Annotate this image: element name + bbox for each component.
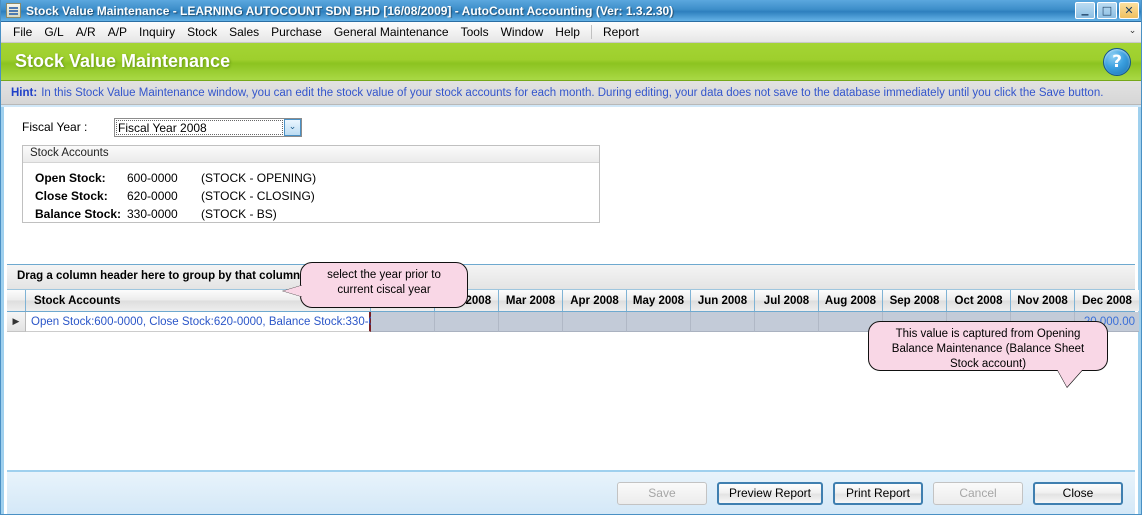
close-button-dialog[interactable]: Close [1033, 482, 1123, 505]
fiscal-year-select[interactable]: Fiscal Year 2008 ⌄ [114, 118, 302, 137]
window-title: Stock Value Maintenance - LEARNING AUTOC… [26, 4, 1075, 18]
menu-item-sales[interactable]: Sales [223, 23, 265, 41]
fiscal-year-value[interactable]: Fiscal Year 2008 [115, 119, 284, 136]
page-title: Stock Value Maintenance [15, 51, 1103, 72]
grid-header-row: Stock Accounts Jan 2008 Feb 2008 Mar 200… [7, 290, 1135, 312]
open-stock-desc: (STOCK - OPENING) [201, 171, 316, 185]
row-cell-jun[interactable] [691, 312, 755, 332]
grid-column-header-jun[interactable]: Jun 2008 [691, 290, 755, 311]
dialog-button-bar: Save Preview Report Print Report Cancel … [7, 470, 1135, 514]
row-cell-feb[interactable] [435, 312, 499, 332]
minimize-button[interactable]: _ [1075, 2, 1095, 19]
menu-item-tools[interactable]: Tools [455, 23, 495, 41]
grid-column-header-dec[interactable]: Dec 2008 [1075, 290, 1139, 311]
stock-accounts-group-title: Stock Accounts [23, 146, 599, 163]
hint-text: In this Stock Value Maintenance window, … [41, 87, 1103, 99]
close-button[interactable]: ✕ [1119, 2, 1139, 19]
row-cell-may[interactable] [627, 312, 691, 332]
print-report-button[interactable]: Print Report [833, 482, 923, 505]
open-stock-code: 600-0000 [127, 171, 201, 185]
balance-stock-desc: (STOCK - BS) [201, 207, 277, 221]
chevron-down-icon[interactable]: ⌄ [284, 119, 301, 136]
app-icon [6, 3, 21, 18]
page-header: Stock Value Maintenance ? [1, 43, 1141, 81]
menu-item-window[interactable]: Window [495, 23, 550, 41]
row-cell-jul[interactable] [755, 312, 819, 332]
callout-select-year-text: select the year prior to current ciscal … [327, 269, 441, 296]
content-area: Fiscal Year : Fiscal Year 2008 ⌄ Stock A… [1, 107, 1141, 514]
fiscal-year-label: Fiscal Year : [22, 120, 114, 134]
grid-column-header-apr[interactable]: Apr 2008 [563, 290, 627, 311]
row-stock-accounts[interactable]: Open Stock:600-0000, Close Stock:620-000… [26, 312, 371, 332]
title-bar: Stock Value Maintenance - LEARNING AUTOC… [1, 0, 1141, 22]
group-by-panel[interactable]: Drag a column header here to group by th… [7, 265, 1135, 290]
callout-tail [283, 285, 303, 297]
fiscal-year-row: Fiscal Year : Fiscal Year 2008 ⌄ [4, 107, 1138, 141]
stock-account-row-close: Close Stock: 620-0000 (STOCK - CLOSING) [35, 187, 599, 205]
menu-item-ap[interactable]: A/P [102, 23, 133, 41]
row-indicator-icon: ▶ [7, 312, 26, 332]
grid-column-header-aug[interactable]: Aug 2008 [819, 290, 883, 311]
menu-item-file[interactable]: File [7, 23, 38, 41]
menu-separator [591, 25, 592, 39]
menu-item-help[interactable]: Help [549, 23, 586, 41]
grid-column-header-may[interactable]: May 2008 [627, 290, 691, 311]
menu-item-inquiry[interactable]: Inquiry [133, 23, 181, 41]
row-cell-jan[interactable] [371, 312, 435, 332]
grid-header-indicator [7, 290, 26, 311]
chevron-down-icon[interactable]: ⌄ [1126, 24, 1139, 39]
close-stock-label: Close Stock: [35, 189, 127, 203]
preview-report-button[interactable]: Preview Report [717, 482, 823, 505]
window-controls: _ □ ✕ [1075, 2, 1139, 19]
grid-column-header-jul[interactable]: Jul 2008 [755, 290, 819, 311]
stock-account-row-balance: Balance Stock: 330-0000 (STOCK - BS) [35, 205, 599, 223]
stock-accounts-list: Open Stock: 600-0000 (STOCK - OPENING) C… [23, 163, 599, 223]
cancel-button[interactable]: Cancel [933, 482, 1023, 505]
menu-item-report[interactable]: Report [597, 23, 645, 41]
close-icon: ✕ [1120, 3, 1138, 18]
grid-column-header-sep[interactable]: Sep 2008 [883, 290, 947, 311]
callout-tail [1057, 369, 1083, 387]
grid-column-header-mar[interactable]: Mar 2008 [499, 290, 563, 311]
balance-stock-label: Balance Stock: [35, 207, 127, 221]
save-button[interactable]: Save [617, 482, 707, 505]
maximize-button[interactable]: □ [1097, 2, 1117, 19]
close-stock-code: 620-0000 [127, 189, 201, 203]
stock-account-row-open: Open Stock: 600-0000 (STOCK - OPENING) [35, 169, 599, 187]
menu-item-purchase[interactable]: Purchase [265, 23, 328, 41]
menu-item-general-maintenance[interactable]: General Maintenance [328, 23, 455, 41]
callout-captured-value: This value is captured from Opening Bala… [868, 321, 1108, 371]
hint-bar: Hint: In this Stock Value Maintenance wi… [1, 81, 1141, 105]
maximize-icon: □ [1098, 3, 1116, 18]
grid-column-header-nov[interactable]: Nov 2008 [1011, 290, 1075, 311]
balance-stock-code: 330-0000 [127, 207, 201, 221]
help-icon[interactable]: ? [1103, 48, 1131, 76]
row-cell-apr[interactable] [563, 312, 627, 332]
minimize-icon: _ [1076, 3, 1094, 18]
menu-item-gl[interactable]: G/L [38, 23, 69, 41]
close-stock-desc: (STOCK - CLOSING) [201, 189, 315, 203]
callout-captured-value-text: This value is captured from Opening Bala… [892, 328, 1084, 370]
hint-label: Hint: [11, 87, 37, 99]
open-stock-label: Open Stock: [35, 171, 127, 185]
menu-item-stock[interactable]: Stock [181, 23, 223, 41]
row-cell-mar[interactable] [499, 312, 563, 332]
callout-select-year: select the year prior to current ciscal … [300, 262, 468, 308]
menu-item-ar[interactable]: A/R [70, 23, 102, 41]
grid-column-header-oct[interactable]: Oct 2008 [947, 290, 1011, 311]
application-window: Stock Value Maintenance - LEARNING AUTOC… [0, 0, 1142, 515]
stock-accounts-group: Stock Accounts Open Stock: 600-0000 (STO… [22, 145, 600, 223]
menu-bar: File G/L A/R A/P Inquiry Stock Sales Pur… [1, 22, 1141, 43]
